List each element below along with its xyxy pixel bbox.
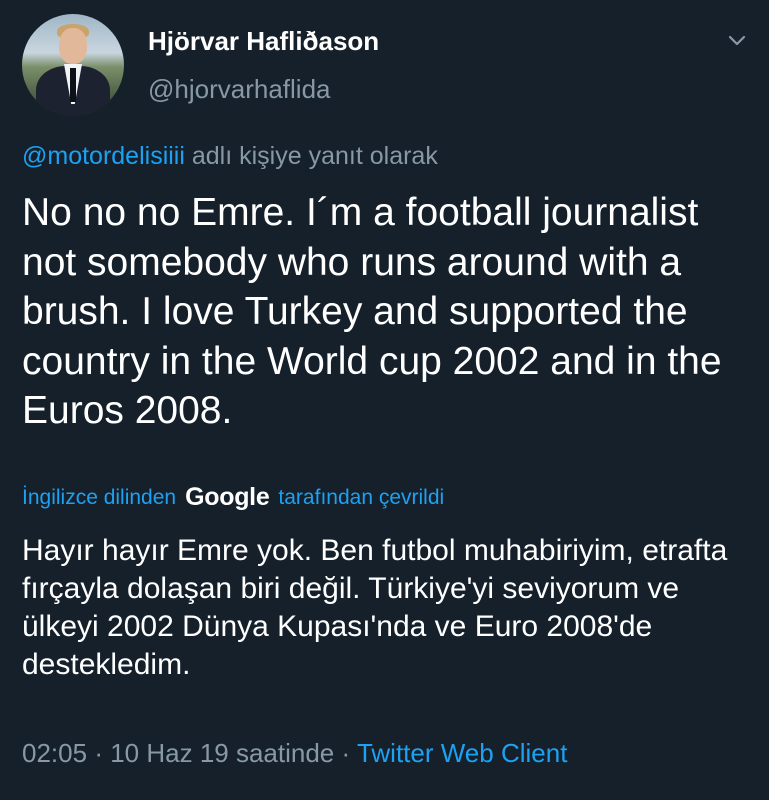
- meta-separator: ·: [94, 738, 103, 768]
- translated-text: Hayır hayır Emre yok. Ben futbol muhabir…: [22, 534, 728, 681]
- tweet-client-link[interactable]: Twitter Web Client: [357, 738, 567, 768]
- avatar-tie: [70, 68, 76, 102]
- translation-prefix: İngilizce dilinden: [22, 485, 177, 509]
- author-name[interactable]: Hjörvar Hafliðason: [148, 26, 379, 57]
- tweet-time[interactable]: 02:05: [22, 738, 87, 768]
- avatar-face: [59, 28, 87, 64]
- translation-suffix: tarafından çevrildi: [278, 485, 445, 509]
- reply-context: @motordelisiiii adlı kişiye yanıt olarak: [22, 142, 438, 171]
- author-handle[interactable]: @hjorvarhaflida: [148, 74, 330, 105]
- tweet-text: No no no Emre. I´m a football journalist…: [22, 191, 722, 432]
- reply-mention-link[interactable]: @motordelisiiii: [22, 142, 185, 170]
- chevron-down-icon[interactable]: [728, 32, 746, 50]
- translation-attribution[interactable]: İngilizce dilinden Google tarafından çev…: [22, 483, 444, 512]
- avatar[interactable]: [22, 14, 124, 116]
- tweet-meta: 02:05 · 10 Haz 19 saatinde · Twitter Web…: [22, 738, 567, 769]
- meta-separator: ·: [341, 738, 351, 768]
- tweet-date[interactable]: 10 Haz 19 saatinde: [110, 738, 334, 768]
- google-logo: Google: [185, 483, 270, 511]
- reply-context-label: adlı kişiye yanıt olarak: [191, 142, 438, 170]
